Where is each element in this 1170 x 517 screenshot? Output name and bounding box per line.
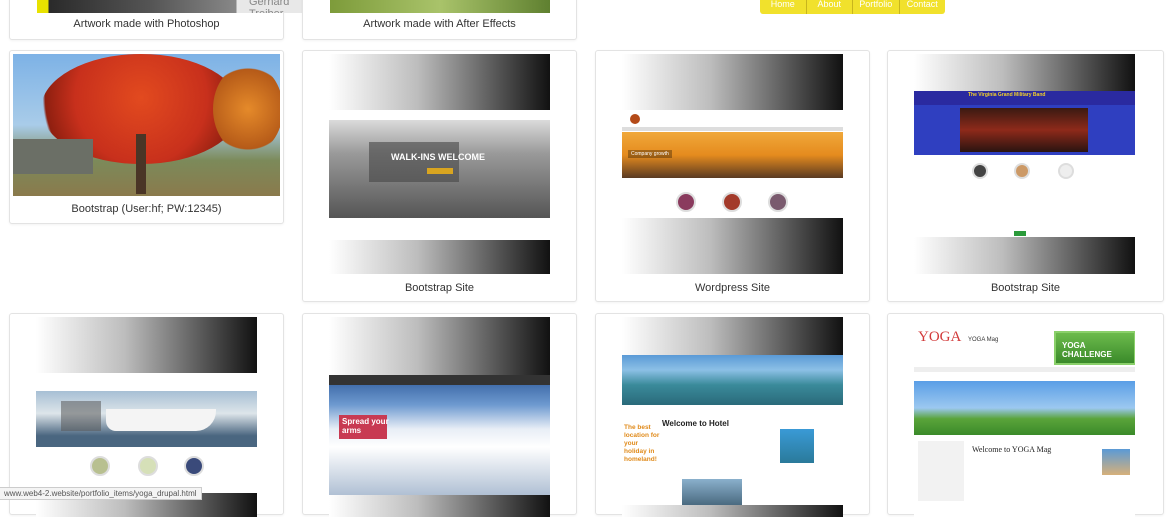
top-navigation: Home About Portfolio Contact <box>760 0 945 14</box>
card-caption: Bootstrap Site <box>990 282 1061 294</box>
portfolio-card-wordpress[interactable]: Company growth Wordpress Site <box>595 50 870 302</box>
card-caption: Bootstrap Site <box>404 282 475 294</box>
portfolio-card-photoshop[interactable]: Gerhard Treiber Artwork made with Photos… <box>9 0 322 40</box>
thumbnail-wordpress-site: Company growth <box>622 54 843 274</box>
portfolio-card-yacht[interactable] <box>9 313 284 517</box>
thumbnail-photoshop: Gerhard Treiber <box>37 0 322 13</box>
status-bar-url: www.web4-2.website/portfolio_items/yoga_… <box>0 487 202 500</box>
yoga-brand: YOGA Mag <box>968 337 999 343</box>
thumbnail-salon-site: WALK-INS WELCOME <box>329 54 550 274</box>
thumbnail-hotel-site: Welcome to Hotel The best location for y… <box>622 317 843 517</box>
portfolio-card-hotel[interactable]: Welcome to Hotel The best location for y… <box>595 313 870 517</box>
thumb-slogan: Spread your arms <box>342 417 389 435</box>
portfolio-card-after-effects[interactable]: Artwork made with After Effects <box>302 0 577 40</box>
thumbnail-after-effects <box>330 0 550 13</box>
nav-home[interactable]: Home <box>760 0 807 14</box>
card-caption: Artwork made with After Effects <box>363 18 516 30</box>
nav-about[interactable]: About <box>807 0 853 14</box>
yoga-welcome: Welcome to YOGA Mag <box>972 445 1052 454</box>
portfolio-card-bootstrap-band[interactable]: The Virginia Grand Military Band Bootstr… <box>887 50 1164 302</box>
thumb-side-text: The best location for your holiday in ho… <box>624 424 660 463</box>
yoga-banner: YOGA CHALLENGE <box>1062 341 1112 359</box>
card-caption: Artwork made with Photoshop <box>73 18 220 30</box>
thumb-headline: WALK-INS WELCOME <box>391 152 485 162</box>
thumbnail-autumn-tree <box>13 54 280 196</box>
thumb-title: The Virginia Grand Military Band <box>968 92 1046 98</box>
thumb-label: Company growth <box>628 150 672 158</box>
yoga-logo: YOGA <box>918 329 962 345</box>
portfolio-card-mountains[interactable]: Spread your arms <box>302 313 577 517</box>
card-caption: Bootstrap (User:hf; PW:12345) <box>71 203 222 215</box>
nav-portfolio[interactable]: Portfolio <box>853 0 900 14</box>
portfolio-card-bootstrap-salon[interactable]: WALK-INS WELCOME Bootstrap Site <box>302 50 577 302</box>
thumbnail-yoga-site: YOGA YOGA Mag YOGA CHALLENGE Welcome to … <box>914 317 1135 517</box>
portfolio-card-bootstrap-login[interactable]: Bootstrap (User:hf; PW:12345) <box>9 50 284 224</box>
thumbnail-band-site: The Virginia Grand Military Band <box>914 54 1135 274</box>
thumb-title: Welcome to Hotel <box>662 419 729 428</box>
thumbnail-mountain-site: Spread your arms <box>329 317 550 517</box>
nav-contact[interactable]: Contact <box>900 0 946 14</box>
card-caption: Wordpress Site <box>695 282 770 294</box>
portfolio-card-yoga[interactable]: YOGA YOGA Mag YOGA CHALLENGE Welcome to … <box>887 313 1164 517</box>
